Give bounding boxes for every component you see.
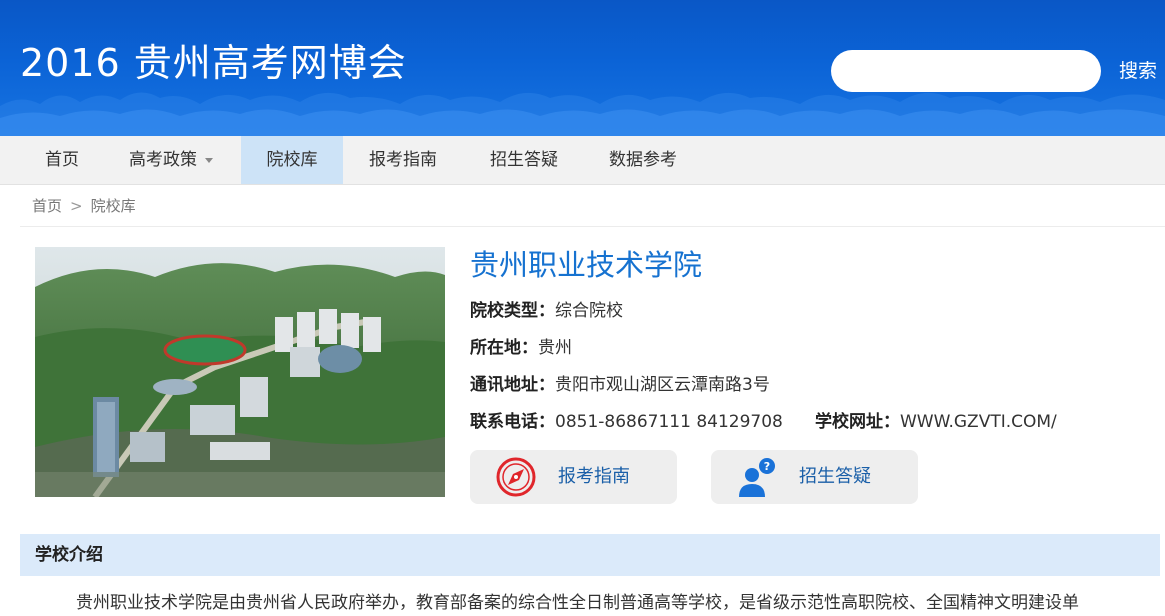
info-type-value: 综合院校 (555, 301, 623, 321)
breadcrumb: 首页 > 院校库 (32, 194, 136, 218)
intro-section-header: 学校介绍 (20, 534, 1160, 576)
main-nav: 首页 高考政策 院校库 报考指南 招生答疑 数据参考 (0, 136, 1165, 185)
info-website-link[interactable]: WWW.GZVTI.COM/ (900, 412, 1057, 432)
breadcrumb-current[interactable]: 院校库 (91, 197, 136, 215)
info-website-label: 学校网址： (815, 412, 900, 432)
info-address-label: 通讯地址： (470, 375, 555, 395)
compass-icon (496, 457, 536, 497)
nav-item-qa[interactable]: 招生答疑 (474, 136, 574, 184)
user-question-icon: ? (739, 458, 775, 497)
breadcrumb-divider (20, 226, 1165, 227)
nav-item-schools[interactable]: 院校库 (241, 136, 343, 184)
info-phone-label: 联系电话： (470, 412, 555, 432)
intro-heading: 学校介绍 (35, 545, 103, 565)
info-phone-value: 0851-86867111 84129708 (555, 412, 783, 432)
info-address: 通讯地址：贵阳市观山湖区云潭南路3号 (470, 373, 770, 397)
qa-button[interactable]: ? 招生答疑 (711, 450, 918, 504)
chevron-down-icon (205, 157, 213, 163)
nav-item-policy[interactable]: 高考政策 (114, 136, 228, 184)
intro-text: 贵州职业技术学院是由贵州省人民政府举办，教育部备案的综合性全日制普通高等学校，是… (76, 593, 1079, 613)
nav-item-guide[interactable]: 报考指南 (355, 136, 451, 184)
nav-item-home[interactable]: 首页 (27, 136, 97, 184)
school-name: 贵州职业技术学院 (470, 248, 703, 282)
campus-aerial-image (35, 247, 445, 497)
breadcrumb-home[interactable]: 首页 (32, 197, 62, 215)
search-button[interactable]: 搜索 (1113, 56, 1163, 86)
guide-button-label: 报考指南 (558, 466, 630, 487)
breadcrumb-separator: > (70, 197, 83, 215)
info-location-label: 所在地： (470, 338, 538, 358)
info-phone: 联系电话：0851-86867111 84129708 (470, 410, 783, 434)
header-banner: 2016 贵州高考网博会 搜索 (0, 0, 1165, 136)
info-location: 所在地：贵州 (470, 336, 572, 360)
info-address-value: 贵阳市观山湖区云潭南路3号 (555, 375, 770, 395)
info-website: 学校网址：WWW.GZVTI.COM/ (815, 410, 1057, 434)
site-title: 2016 贵州高考网博会 (20, 41, 407, 85)
nav-item-policy-label: 高考政策 (129, 150, 197, 170)
qa-button-label: 招生答疑 (799, 466, 871, 487)
guide-button[interactable]: 报考指南 (470, 450, 677, 504)
search-input[interactable] (831, 50, 1101, 92)
info-type-label: 院校类型： (470, 301, 555, 321)
svg-text:?: ? (764, 460, 770, 473)
info-type: 院校类型：综合院校 (470, 299, 623, 323)
nav-item-data[interactable]: 数据参考 (593, 136, 693, 184)
info-location-value: 贵州 (538, 338, 572, 358)
